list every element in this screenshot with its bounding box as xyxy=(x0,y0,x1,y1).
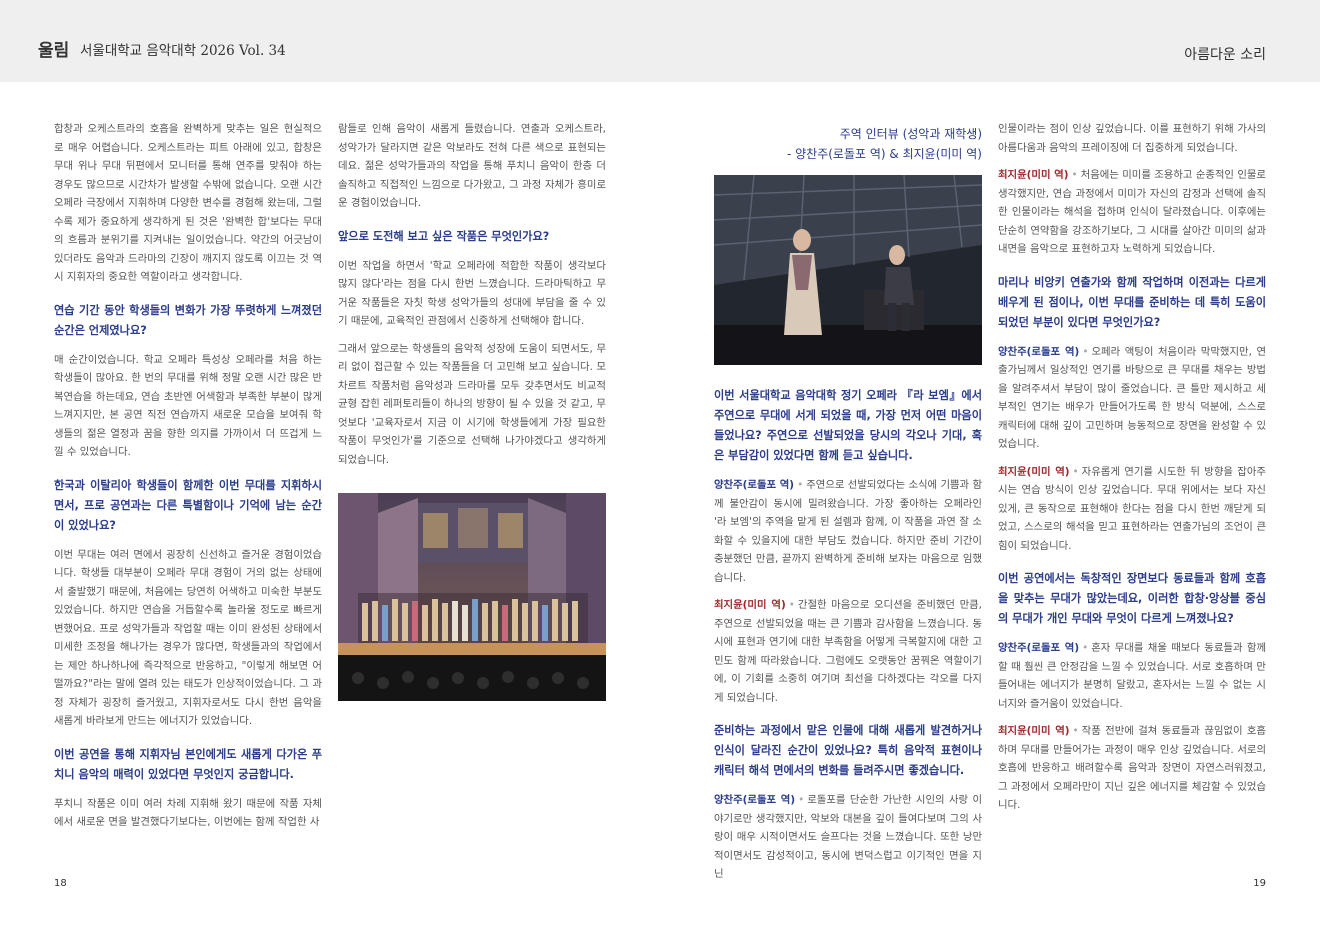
interview-question: 이번 공연에서는 독창적인 장면보다 동료들과 함께 호흡을 맞추는 무대가 많… xyxy=(998,572,1266,625)
bullet-dot: • xyxy=(788,599,795,611)
answer: 양찬주(로돌포 역) • 주연으로 선발되었다는 소식에 기쁨과 함께 불안감이 동… xyxy=(714,476,982,587)
curtain-call-photo xyxy=(338,493,606,701)
paragraph: 람들로 인해 음악이 새롭게 들렸습니다. 연출과 오케스트라, 성악가가 달라… xyxy=(338,123,606,209)
answer-text: 로돌포를 단순한 가난한 시인의 사랑 이야기로만 생각했지만, 악보와 대본을… xyxy=(714,794,982,880)
page-number-right: 19 xyxy=(1253,878,1266,889)
paragraph: 매 순간이었습니다. 학교 오페라 특성상 오페라를 처음 하는 학생들이 많아… xyxy=(54,353,322,459)
answer-text: 처음에는 미미를 조용하고 순종적인 인물로 생각했지만, 연습 과정에서 미미… xyxy=(998,169,1266,255)
interview-title-line-2: - 양찬주(로돌포 역) & 최지윤(미미 역) xyxy=(786,147,982,161)
paragraph: 푸치니 작품은 이미 여러 차례 지휘해 왔기 때문에 작품 자체에서 새로운 … xyxy=(54,797,322,829)
answer: 양찬주(로돌포 역) • 오페라 액팅이 처음이라 막막했지만, 연출가님께서 일상… xyxy=(998,343,1266,454)
interview-question: 준비하는 과정에서 맡은 인물에 대해 새롭게 발견하거나 인식이 달라진 순간… xyxy=(714,724,982,777)
bullet-dot: • xyxy=(798,794,805,806)
answer: 최지윤(미미 역) • 처음에는 미미를 조용하고 순종적인 인물로 생각했지만, … xyxy=(998,166,1266,259)
answer-text: 작품 전반에 걸쳐 동료들과 끊임없이 호흡하며 무대를 만들어가는 과정이 매… xyxy=(998,725,1266,811)
speaker-name: 최지윤(미미 역) xyxy=(998,725,1070,737)
bullet-dot: • xyxy=(1072,725,1079,737)
article-column-4: 인물이라는 점이 인상 깊었습니다. 이를 표현하기 위해 가사의 아름다움과 … xyxy=(998,120,1266,824)
stage-scene-image xyxy=(714,175,982,365)
stage-scene-photo xyxy=(714,175,982,365)
interview-title-line-1: 주역 인터뷰 (성악과 재학생) xyxy=(839,127,982,141)
magazine-brand: 울림 xyxy=(38,41,70,61)
article-column-1: 합창과 오케스트라의 호흡을 완벽하게 맞추는 일은 현실적으로 매우 어렵습니… xyxy=(54,120,322,841)
publication-title: 서울대학교 음악대학 2026 Vol. 34 xyxy=(80,43,286,59)
answer-text: 자유롭게 연기를 시도한 뒤 방향을 잡아주시는 연습 방식이 인상 깊었습니다… xyxy=(998,465,1266,552)
curtain-call-image xyxy=(338,493,606,701)
answer: 최지윤(미미 역) • 간절한 마음으로 오디션을 준비했던 만큼, 주연으로 선발… xyxy=(714,596,982,707)
interview-question: 마리나 비앙키 연출가와 함께 작업하며 이전과는 다르게 배우게 된 점이나,… xyxy=(998,275,1266,329)
interview-question: 앞으로 도전해 보고 싶은 작품은 무엇인가요? xyxy=(338,229,550,243)
speaker-name: 양찬주(로돌포 역) xyxy=(714,479,795,491)
speaker-name: 최지윤(미미 역) xyxy=(998,465,1070,478)
answer-text: 오페라 액팅이 처음이라 막막했지만, 연출가님께서 일상적인 연기를 바탕으로… xyxy=(998,345,1267,451)
answer: 양찬주(로돌포 역) • 혼자 무대를 채울 때보다 동료들과 함께할 때 훨씬 큰… xyxy=(998,639,1266,713)
speaker-name: 양찬주(로돌포 역) xyxy=(998,345,1080,358)
interview-section-title: 주역 인터뷰 (성악과 재학생) - 양찬주(로돌포 역) & 최지윤(미미 역… xyxy=(787,124,982,164)
article-column-3: 이번 서울대학교 음악대학 정기 오페라 『라 보엠』에서 주연으로 무대에 서… xyxy=(714,386,982,893)
section-title: 아름다운 소리 xyxy=(1184,47,1266,63)
paragraph: 인물이라는 점이 인상 깊었습니다. 이를 표현하기 위해 가사의 아름다움과 … xyxy=(998,123,1266,154)
speaker-name: 양찬주(로돌포 역) xyxy=(714,794,796,806)
answer: 최지윤(미미 역) • 작품 전반에 걸쳐 동료들과 끊임없이 호흡하며 무대를 만… xyxy=(998,722,1266,815)
answer: 양찬주(로돌포 역) • 로돌포를 단순한 가난한 시인의 사랑 이야기로만 생각했… xyxy=(714,791,982,884)
interview-question: 이번 공연을 통해 지휘자님 본인에게도 새롭게 다가온 푸치니 음악의 매력이… xyxy=(54,747,322,781)
speaker-name: 최지윤(미미 역) xyxy=(998,169,1069,181)
bullet-dot: • xyxy=(1082,345,1089,358)
bullet-dot: • xyxy=(1071,169,1078,181)
bullet-dot: • xyxy=(1072,465,1079,478)
article-column-2: 람들로 인해 음악이 새롭게 들렸습니다. 연출과 오케스트라, 성악가가 달라… xyxy=(338,120,606,478)
bullet-dot: • xyxy=(1082,642,1089,654)
speaker-name: 최지윤(미미 역) xyxy=(714,599,786,611)
interview-question: 한국과 이탈리아 학생들이 함께한 이번 무대를 지휘하시면서, 프로 공연과는… xyxy=(54,478,322,532)
page-header: 울림 서울대학교 음악대학 2026 Vol. 34 아름다운 소리 xyxy=(0,0,1320,82)
paragraph: 이번 무대는 여러 면에서 굉장히 신선하고 즐거운 경험이었습니다. 학생들 … xyxy=(54,548,322,728)
bullet-dot: • xyxy=(797,479,804,491)
interview-question: 이번 서울대학교 음악대학 정기 오페라 『라 보엠』에서 주연으로 무대에 서… xyxy=(714,389,982,462)
paragraph: 이번 작업을 하면서 '학교 오페라에 적합한 작품이 생각보다 많지 않다'라… xyxy=(338,259,606,328)
page-number-left: 18 xyxy=(54,878,67,889)
answer-text: 주연으로 선발되었다는 소식에 기쁨과 함께 불안감이 동시에 밀려왔습니다. … xyxy=(714,479,982,584)
speaker-name: 양찬주(로돌포 역) xyxy=(998,642,1080,654)
answer: 최지윤(미미 역) • 자유롭게 연기를 시도한 뒤 방향을 잡아주시는 연습 방식… xyxy=(998,463,1266,556)
answer-text: 간절한 마음으로 오디션을 준비했던 만큼, 주연으로 선발되었을 때는 큰 기… xyxy=(714,599,982,704)
paragraph: 그래서 앞으로는 학생들의 음악적 성장에 도움이 되면서도, 무리 없이 접근… xyxy=(338,342,606,466)
interview-question: 연습 기간 동안 학생들의 변화가 가장 뚜렷하게 느껴졌던 순간은 언제였나요… xyxy=(54,303,322,337)
paragraph: 합창과 오케스트라의 호흡을 완벽하게 맞추는 일은 현실적으로 매우 어렵습니… xyxy=(54,123,322,283)
